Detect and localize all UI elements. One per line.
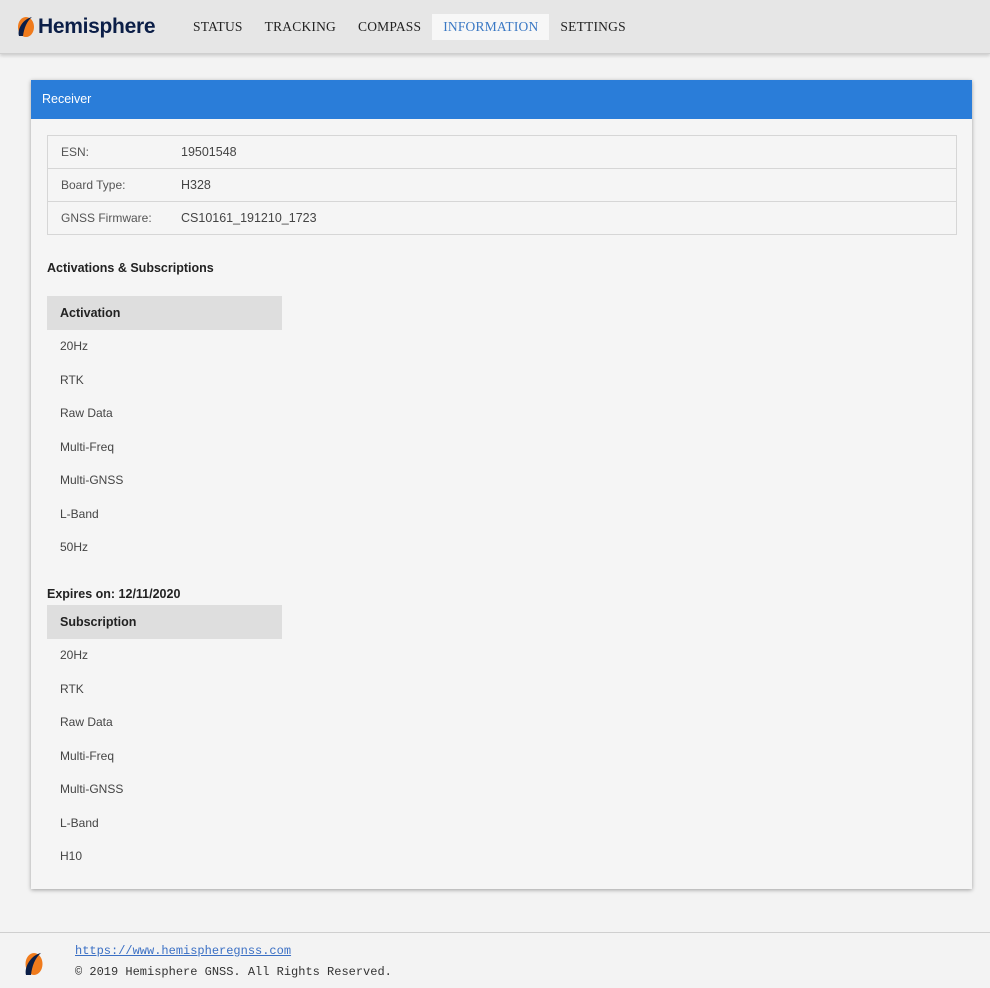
info-row-board-type: Board Type: H328 — [48, 169, 956, 202]
tab-compass[interactable]: COMPASS — [347, 14, 432, 40]
activations-section-title: Activations & Subscriptions — [47, 261, 214, 275]
tab-tracking[interactable]: TRACKING — [254, 14, 347, 40]
brand[interactable]: Hemisphere — [15, 12, 156, 42]
subscription-expiry: Expires on: 12/11/2020 — [47, 587, 181, 601]
list-item: L-Band — [60, 506, 99, 521]
gnss-firmware-label: GNSS Firmware: — [61, 211, 152, 225]
list-item: Multi-Freq — [60, 439, 115, 454]
list-item: 20Hz — [60, 339, 89, 353]
tab-information[interactable]: INFORMATION — [432, 14, 550, 40]
copyright-text: © 2019 Hemisphere GNSS. All Rights Reser… — [75, 965, 392, 979]
list-item: H10 — [60, 849, 83, 863]
esn-label: ESN: — [61, 145, 90, 159]
list-item: Multi-GNSS — [60, 473, 124, 487]
activation-list-header: Activation — [47, 296, 282, 330]
tab-status[interactable]: STATUS — [182, 14, 254, 40]
hemisphere-logo-icon — [25, 953, 43, 975]
list-item: Multi-Freq — [60, 748, 115, 763]
esn-value: 19501548 — [181, 145, 237, 159]
list-item: Raw Data — [60, 406, 113, 420]
footer: https://www.hemispheregnss.com © 2019 He… — [0, 932, 990, 988]
board-type-label: Board Type: — [61, 178, 126, 192]
info-row-gnss-firmware: GNSS Firmware: CS10161_191210_1723 — [48, 202, 956, 234]
brand-name: Hemisphere — [38, 15, 156, 38]
list-item: 20Hz — [60, 648, 89, 662]
info-row-esn: ESN: 19501548 — [48, 136, 956, 169]
tab-settings[interactable]: SETTINGS — [549, 14, 636, 40]
list-item: L-Band — [60, 815, 99, 830]
hemisphere-logo-icon — [18, 17, 34, 37]
receiver-card-header: Receiver — [31, 80, 972, 119]
subscription-list-header: Subscription — [47, 605, 282, 639]
board-type-value: H328 — [181, 178, 211, 192]
gnss-firmware-value: CS10161_191210_1723 — [181, 211, 317, 225]
list-item: 50Hz — [60, 540, 89, 554]
top-navbar: Hemisphere STATUS TRACKING COMPASS INFOR… — [0, 0, 990, 54]
list-item: Raw Data — [60, 715, 113, 729]
receiver-info-table: ESN: 19501548 Board Type: H328 GNSS Firm… — [47, 135, 957, 235]
receiver-card: Receiver ESN: 19501548 Board Type: H328 … — [31, 80, 972, 889]
list-item: RTK — [60, 372, 84, 387]
website-link[interactable]: https://www.hemispheregnss.com — [75, 944, 291, 958]
activation-list: Activation 20Hz RTK Raw Data Multi-Freq … — [47, 296, 282, 565]
list-item: RTK — [60, 681, 84, 696]
list-item: Multi-GNSS — [60, 782, 124, 796]
main-nav: STATUS TRACKING COMPASS INFORMATION SETT… — [182, 14, 637, 40]
subscription-list: Subscription 20Hz RTK Raw Data Multi-Fre… — [47, 605, 282, 874]
